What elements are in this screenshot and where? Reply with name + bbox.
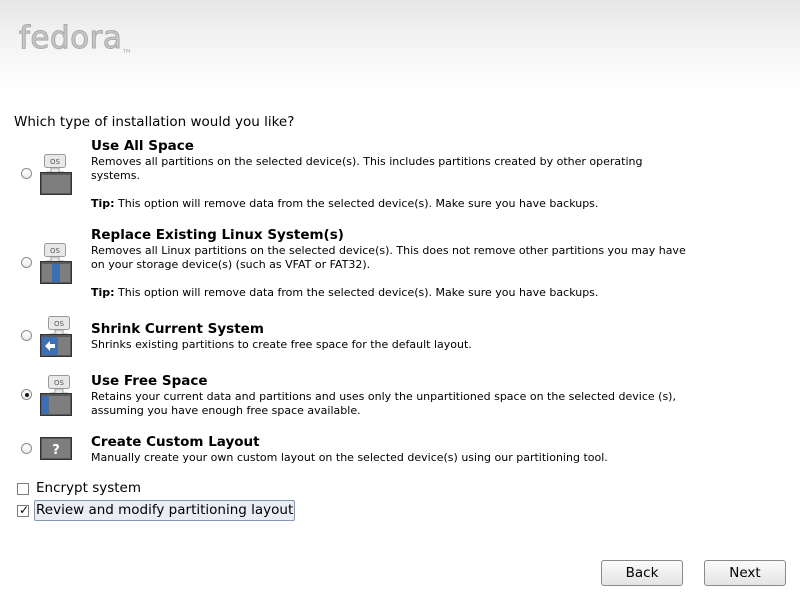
option-description: Retains your current data and partitions… [91,390,676,417]
review-layout-checkbox[interactable]: ✓ [17,503,30,517]
logo-text: fedora [18,20,123,57]
option-tip: Tip: This option will remove data from t… [91,197,598,211]
logo-trademark: TM [123,49,131,55]
option-description: Shrinks existing partitions to create fr… [91,338,472,351]
radio-shrink-current[interactable] [21,330,32,341]
disk-replace-linux-icon: OS [40,243,72,284]
option-description: Manually create your own custom layout o… [91,451,608,464]
tip-label: Tip: [91,197,115,210]
os-label: OS [54,320,65,328]
os-label: OS [54,379,65,387]
tip-label: Tip: [91,286,115,299]
tip-text: This option will remove data from the se… [114,197,599,210]
radio-use-all-space[interactable] [21,168,32,179]
option-title: Use All Space [91,138,194,154]
os-label: OS [50,247,61,255]
disk-free-space-icon: OS [40,375,72,416]
header-banner: fedora TM [0,0,800,92]
tip-text: This option will remove data from the se… [114,286,599,299]
next-button[interactable]: Next [704,560,786,586]
encrypt-system-checkbox[interactable] [17,483,29,495]
radio-use-free-space[interactable] [21,389,32,400]
radio-replace-linux[interactable] [21,257,32,268]
radio-create-custom-layout[interactable] [21,443,32,454]
option-tip: Tip: This option will remove data from t… [91,286,598,300]
back-button[interactable]: Back [601,560,683,586]
os-label: OS [50,158,61,166]
checkmark-icon: ✓ [19,503,30,517]
option-title: Replace Existing Linux System(s) [91,227,344,243]
option-description: Removes all Linux partitions on the sele… [91,244,686,271]
option-description: Removes all partitions on the selected d… [91,155,643,182]
fedora-logo: fedora TM [18,20,130,57]
installation-question: Which type of installation would you lik… [14,114,295,130]
review-layout-label[interactable]: Review and modify partitioning layout [34,500,296,521]
option-title: Use Free Space [91,373,208,389]
disk-all-space-icon: OS [40,154,72,195]
option-title: Shrink Current System [91,321,264,337]
disk-shrink-icon: OS [40,316,72,357]
encrypt-system-label[interactable]: Encrypt system [36,480,141,496]
disk-custom-layout-icon: ? [40,437,72,460]
option-title: Create Custom Layout [91,434,260,450]
question-glyph: ? [52,443,60,458]
